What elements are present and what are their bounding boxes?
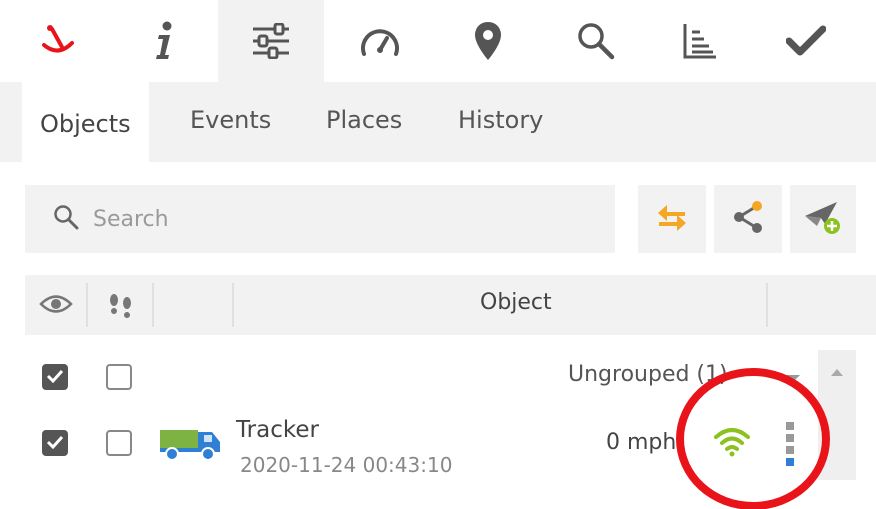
search-input[interactable] xyxy=(93,206,573,232)
top-toolbar xyxy=(0,0,876,82)
header-divider xyxy=(232,283,234,327)
share-icon xyxy=(731,200,765,238)
map-pin-icon[interactable] xyxy=(448,0,528,82)
object-timestamp: 2020-11-24 00:43:10 xyxy=(240,453,453,477)
sliders-icon[interactable] xyxy=(218,0,324,82)
object-follow-checkbox[interactable] xyxy=(106,430,132,456)
tab-places[interactable]: Places xyxy=(326,106,402,148)
truck-icon xyxy=(158,422,224,466)
reload-button[interactable] xyxy=(638,185,706,253)
object-speed: 0 mph xyxy=(606,430,677,455)
object-visible-checkbox[interactable] xyxy=(42,430,68,456)
add-object-button[interactable] xyxy=(790,185,856,253)
objects-table-header: Object xyxy=(25,275,876,335)
logo-icon[interactable] xyxy=(18,0,98,82)
object-name[interactable]: Tracker xyxy=(236,417,319,443)
search-icon xyxy=(53,204,79,234)
tab-history[interactable]: History xyxy=(458,106,543,148)
tab-events[interactable]: Events xyxy=(190,106,271,148)
header-divider xyxy=(152,283,154,327)
chart-icon[interactable] xyxy=(660,0,740,82)
panel-tabs: Objects Events Places History xyxy=(0,82,876,162)
group-follow-checkbox[interactable] xyxy=(106,364,132,390)
search-box xyxy=(25,185,615,253)
check-icon xyxy=(46,368,64,387)
checkmark-icon[interactable] xyxy=(766,0,846,82)
search-icon[interactable] xyxy=(556,0,636,82)
share-button[interactable] xyxy=(714,185,782,253)
info-icon[interactable] xyxy=(124,0,204,82)
header-divider xyxy=(766,283,768,327)
eye-icon[interactable] xyxy=(39,291,73,321)
send-add-icon xyxy=(803,198,843,240)
speedometer-icon[interactable] xyxy=(340,0,420,82)
header-divider xyxy=(86,283,88,327)
scroll-up-arrow-icon[interactable] xyxy=(830,362,844,381)
column-header-object[interactable]: Object xyxy=(480,290,552,315)
refresh-arrows-icon xyxy=(655,199,689,239)
check-icon xyxy=(46,434,64,453)
tab-objects[interactable]: Objects xyxy=(22,82,149,162)
footsteps-icon[interactable] xyxy=(107,291,135,323)
group-visible-checkbox[interactable] xyxy=(42,364,68,390)
highlight-circle xyxy=(676,368,830,509)
